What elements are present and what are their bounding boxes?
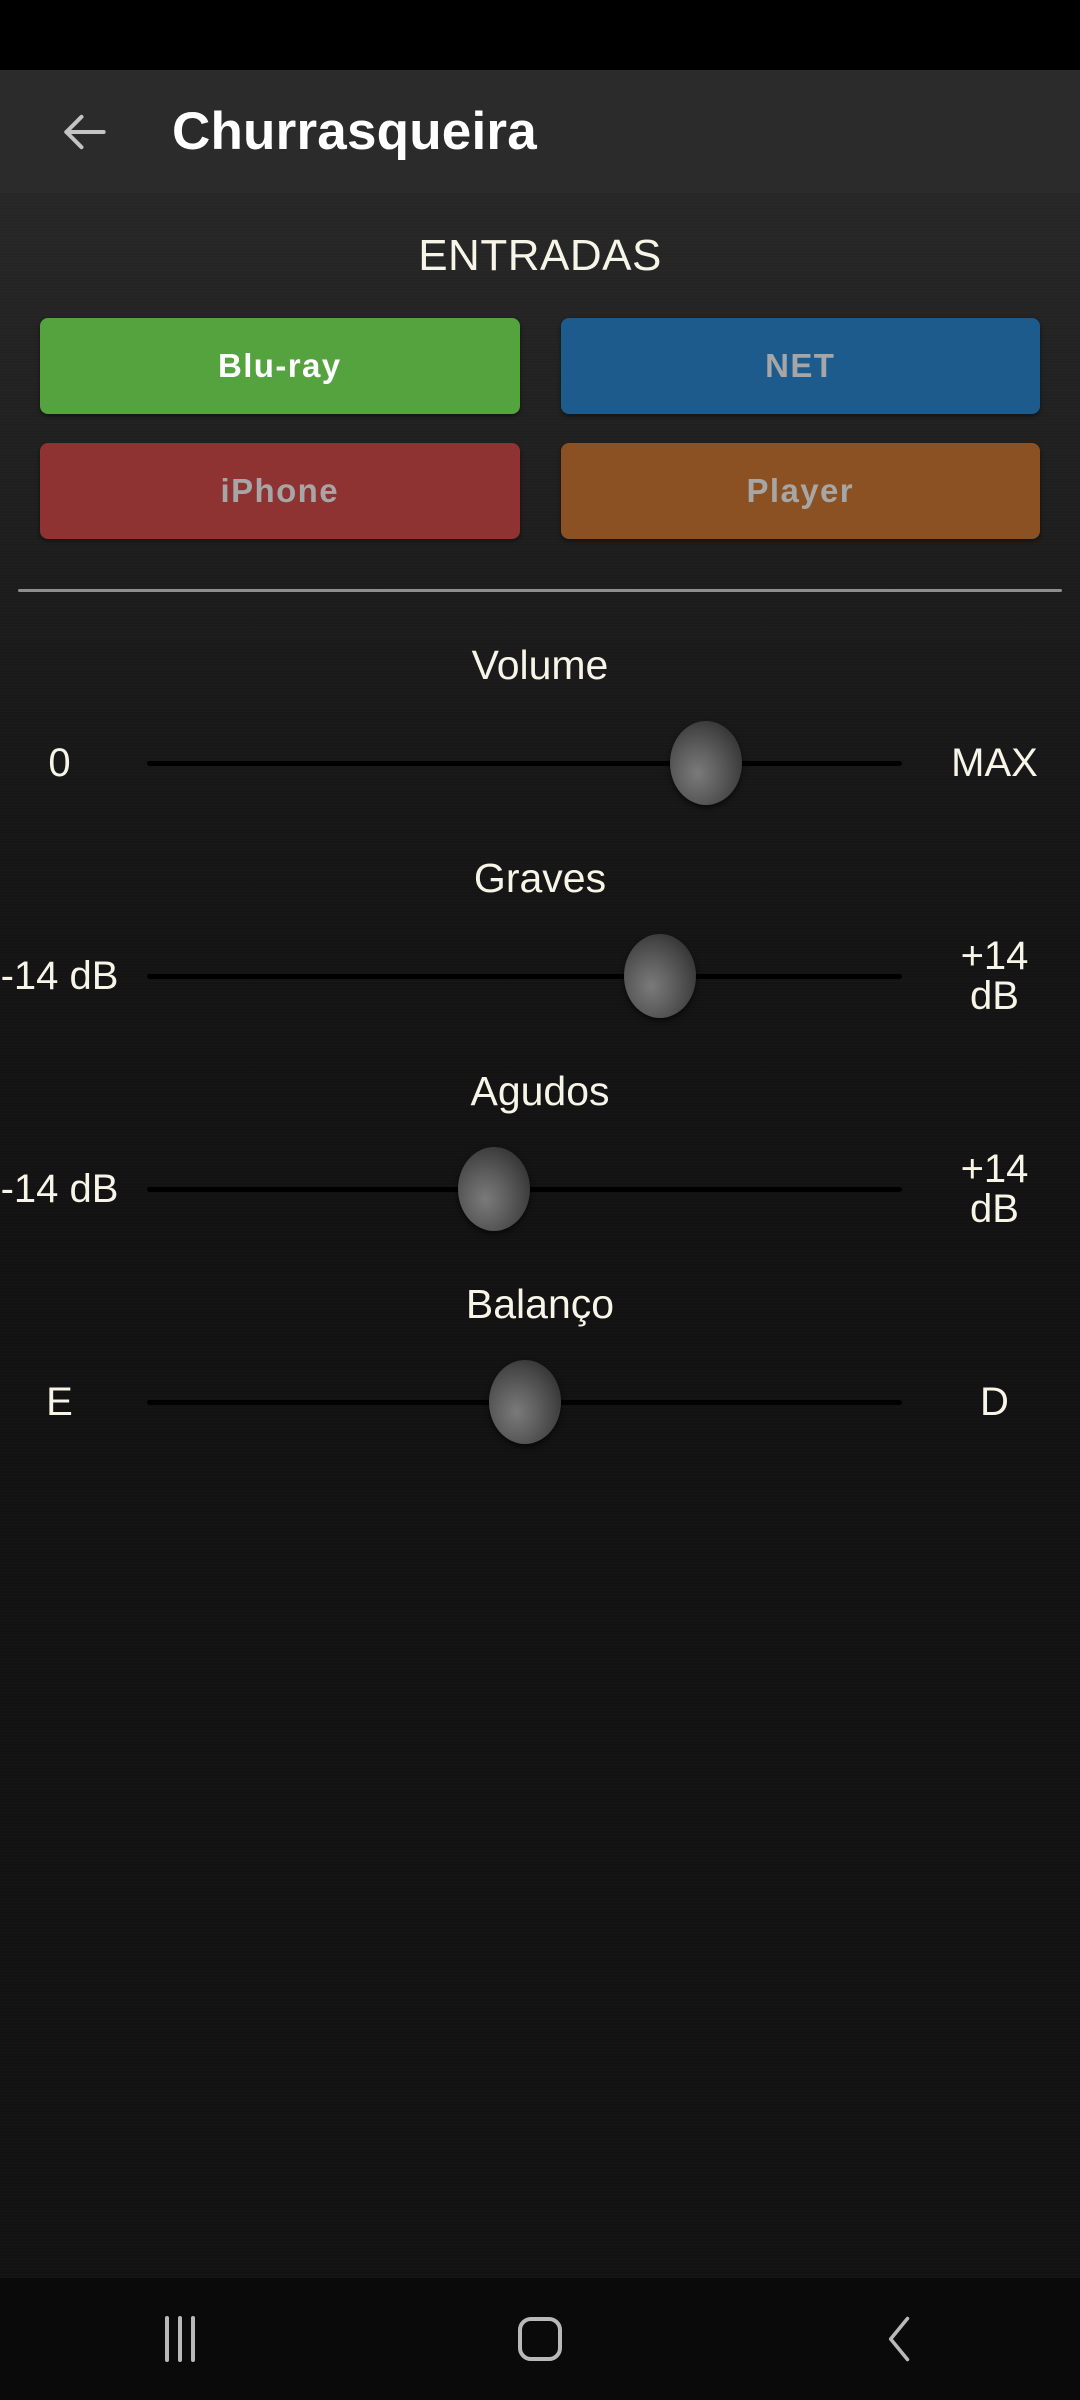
slider-thumb-volume[interactable]	[669, 721, 742, 805]
slider-thumb-agudos[interactable]	[458, 1147, 531, 1231]
slider-block-volume: Volume 0 MAX	[0, 620, 1080, 823]
slider-label-volume: Volume	[471, 642, 609, 688]
slider-min-label-balanco: E	[46, 1380, 73, 1424]
main-content: ENTRADAS Blu-ray NET iPhone Player Volum…	[0, 193, 1080, 2278]
slider-agudos[interactable]	[147, 1129, 902, 1249]
slider-track-volume	[147, 760, 902, 766]
slider-balanco[interactable]	[147, 1342, 902, 1462]
slider-thumb-graves[interactable]	[624, 934, 697, 1018]
nav-recents-button[interactable]	[0, 2278, 360, 2400]
slider-block-agudos: Agudos -14 dB +14 dB	[0, 1046, 1080, 1249]
app-bar: Churrasqueira	[0, 70, 1080, 193]
input-button-net[interactable]: NET	[560, 318, 1040, 414]
slider-min-label-agudos: -14 dB	[0, 1167, 119, 1211]
slider-track-graves	[147, 973, 902, 979]
system-nav-bar	[0, 2278, 1080, 2400]
slider-block-balanco: Balanço E D	[0, 1259, 1080, 1462]
slider-max-label-graves: +14 dB	[960, 934, 1029, 1018]
chevron-left-icon	[877, 2311, 923, 2367]
slider-thumb-balanco[interactable]	[488, 1360, 561, 1444]
nav-back-button[interactable]	[720, 2278, 1080, 2400]
slider-label-balanco: Balanço	[465, 1281, 615, 1327]
slider-min-label-graves: -14 dB	[0, 954, 119, 998]
back-button[interactable]	[46, 93, 124, 171]
slider-row-balanco: E D	[0, 1342, 1080, 1462]
slider-row-graves: -14 dB +14 dB	[0, 916, 1080, 1036]
slider-row-agudos: -14 dB +14 dB	[0, 1129, 1080, 1249]
input-button-blu-ray[interactable]: Blu-ray	[40, 318, 520, 414]
page-title: Churrasqueira	[172, 102, 537, 161]
inputs-grid: Blu-ray NET iPhone Player	[40, 318, 1040, 539]
recents-icon	[165, 2316, 195, 2362]
slider-max-label-volume: MAX	[951, 741, 1038, 785]
arrow-left-icon	[57, 104, 113, 160]
sliders-section: Volume 0 MAX Graves -14 dB +14 dB Agudos…	[0, 592, 1080, 1462]
inputs-heading: ENTRADAS	[418, 231, 662, 280]
home-icon	[518, 2317, 562, 2361]
input-button-player[interactable]: Player	[560, 443, 1040, 539]
slider-max-label-agudos: +14 dB	[960, 1147, 1029, 1231]
slider-graves[interactable]	[147, 916, 902, 1036]
slider-min-label-volume: 0	[48, 741, 71, 785]
status-bar	[0, 0, 1080, 70]
slider-label-graves: Graves	[473, 855, 607, 901]
slider-label-agudos: Agudos	[470, 1068, 610, 1114]
slider-row-volume: 0 MAX	[0, 703, 1080, 823]
app-screen: Churrasqueira ENTRADAS Blu-ray NET iPhon…	[0, 0, 1080, 2400]
nav-home-button[interactable]	[360, 2278, 720, 2400]
slider-max-label-balanco: D	[980, 1380, 1009, 1424]
input-button-iphone[interactable]: iPhone	[40, 443, 520, 539]
slider-volume[interactable]	[147, 703, 902, 823]
slider-block-graves: Graves -14 dB +14 dB	[0, 833, 1080, 1036]
